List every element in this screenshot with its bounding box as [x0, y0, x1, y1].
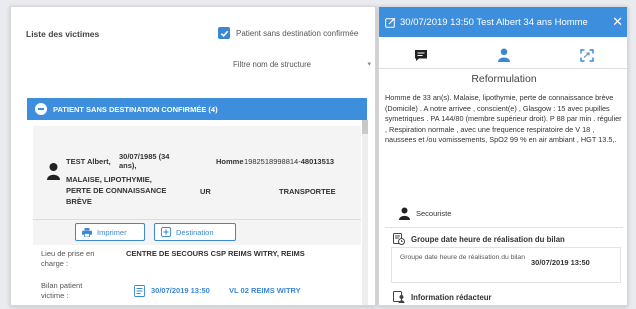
victim-motif: MALAISE, LIPOTHYMIE, PERTE DE CONNAISSAN… [66, 175, 167, 206]
scrollbar-track[interactable] [362, 120, 368, 305]
bilan-group-title: Groupe date heure de réalisation du bila… [393, 233, 565, 245]
document-clock-icon [393, 233, 405, 245]
bilan-detail-header: 30/07/2019 13:50 Test Albert 34 ans Homm… [379, 7, 627, 37]
destination-confirmed-checkbox[interactable] [218, 27, 230, 39]
author-row: Secouriste [399, 207, 451, 220]
tabs-divider [379, 68, 627, 69]
bilan-detail-title: 30/07/2019 13:50 Test Albert 34 ans Homm… [400, 16, 588, 28]
print-button[interactable]: Imprimer [75, 223, 145, 241]
victim-number: 1982518998814-48013513 [244, 157, 334, 166]
author-info-label: Information rédacteur [411, 292, 492, 302]
chevron-down-icon: ▾ [367, 61, 371, 68]
structure-filter-select[interactable]: Filtre nom de structure ▾ [233, 57, 371, 71]
destination-button[interactable]: Destination [154, 223, 236, 241]
bilan-group-title-label: Groupe date heure de réalisation du bila… [411, 234, 565, 244]
person-icon [47, 163, 60, 180]
author-info-title: Information rédacteur [393, 291, 492, 303]
bilan-group-field-label: Groupe date heure de réalisation du bila… [399, 254, 525, 261]
tab-expand[interactable] [546, 43, 627, 67]
victim-number-suffix: 48013513 [300, 157, 335, 166]
person-icon [399, 207, 410, 220]
author-info-icon [393, 291, 405, 303]
reformulation-title: Reformulation [471, 73, 537, 85]
victims-list-title: Liste des victimes [26, 29, 100, 39]
close-icon[interactable]: ✕ [612, 14, 623, 30]
person-icon [497, 48, 510, 62]
structure-filter-placeholder: Filtre nom de structure [233, 59, 311, 69]
section-divider [385, 227, 623, 228]
scrollbar-thumb[interactable] [362, 120, 368, 134]
check-icon [220, 30, 228, 37]
destination-confirmed-label: Patient sans destination confirmée [236, 28, 359, 38]
tab-patient[interactable] [462, 43, 545, 67]
print-button-label: Imprimer [97, 227, 127, 237]
destination-button-label: Destination [176, 227, 214, 237]
lieu-value: CENTRE DE SECOURS CSP REIMS WITRY, REIMS [126, 249, 305, 258]
victim-status: TRANSPORTEE [279, 187, 336, 196]
victim-number-prefix: 1982518998814- [244, 157, 301, 166]
author-name: Secouriste [416, 209, 452, 218]
lieu-label: Lieu de prise en charge : [41, 249, 95, 268]
bilan-vl-link[interactable]: VL 02 REIMS WITRY [229, 286, 301, 295]
card-divider [33, 219, 361, 220]
victims-list-panel: Liste des victimes Patient sans destinat… [10, 6, 376, 306]
printer-icon [82, 227, 92, 237]
victim-sex: Homme [216, 157, 244, 166]
group-header-label: PATIENT SANS DESTINATION CONFIRMÉE (4) [53, 104, 218, 114]
message-icon [414, 49, 427, 61]
document-icon[interactable] [134, 285, 145, 297]
expand-icon [580, 48, 595, 62]
bilan-detail-panel: 30/07/2019 13:50 Test Albert 34 ans Homm… [378, 6, 628, 306]
destination-confirmed-checkbox-wrap[interactable]: Patient sans destination confirmée [218, 27, 358, 39]
victim-dob: 30/07/1985 (34 ans), [119, 152, 170, 170]
victim-priority: UR [200, 187, 211, 196]
edit-icon[interactable] [385, 17, 396, 28]
bilan-group-field-value: 30/07/2019 13:50 [531, 258, 590, 267]
detail-tabs [379, 43, 627, 67]
hospital-icon [161, 227, 171, 237]
bilan-label: Bilan patient victime : [41, 281, 83, 300]
group-header-no-destination[interactable]: PATIENT SANS DESTINATION CONFIRMÉE (4) [27, 98, 367, 120]
collapse-icon[interactable] [35, 103, 47, 115]
tab-messages[interactable] [379, 43, 462, 67]
victim-name: TEST Albert, [66, 157, 111, 166]
bilan-date-link[interactable]: 30/07/2019 13:50 [151, 286, 210, 295]
reformulation-text: Homme de 33 an(s). Malaise, lipothymie, … [385, 93, 622, 144]
